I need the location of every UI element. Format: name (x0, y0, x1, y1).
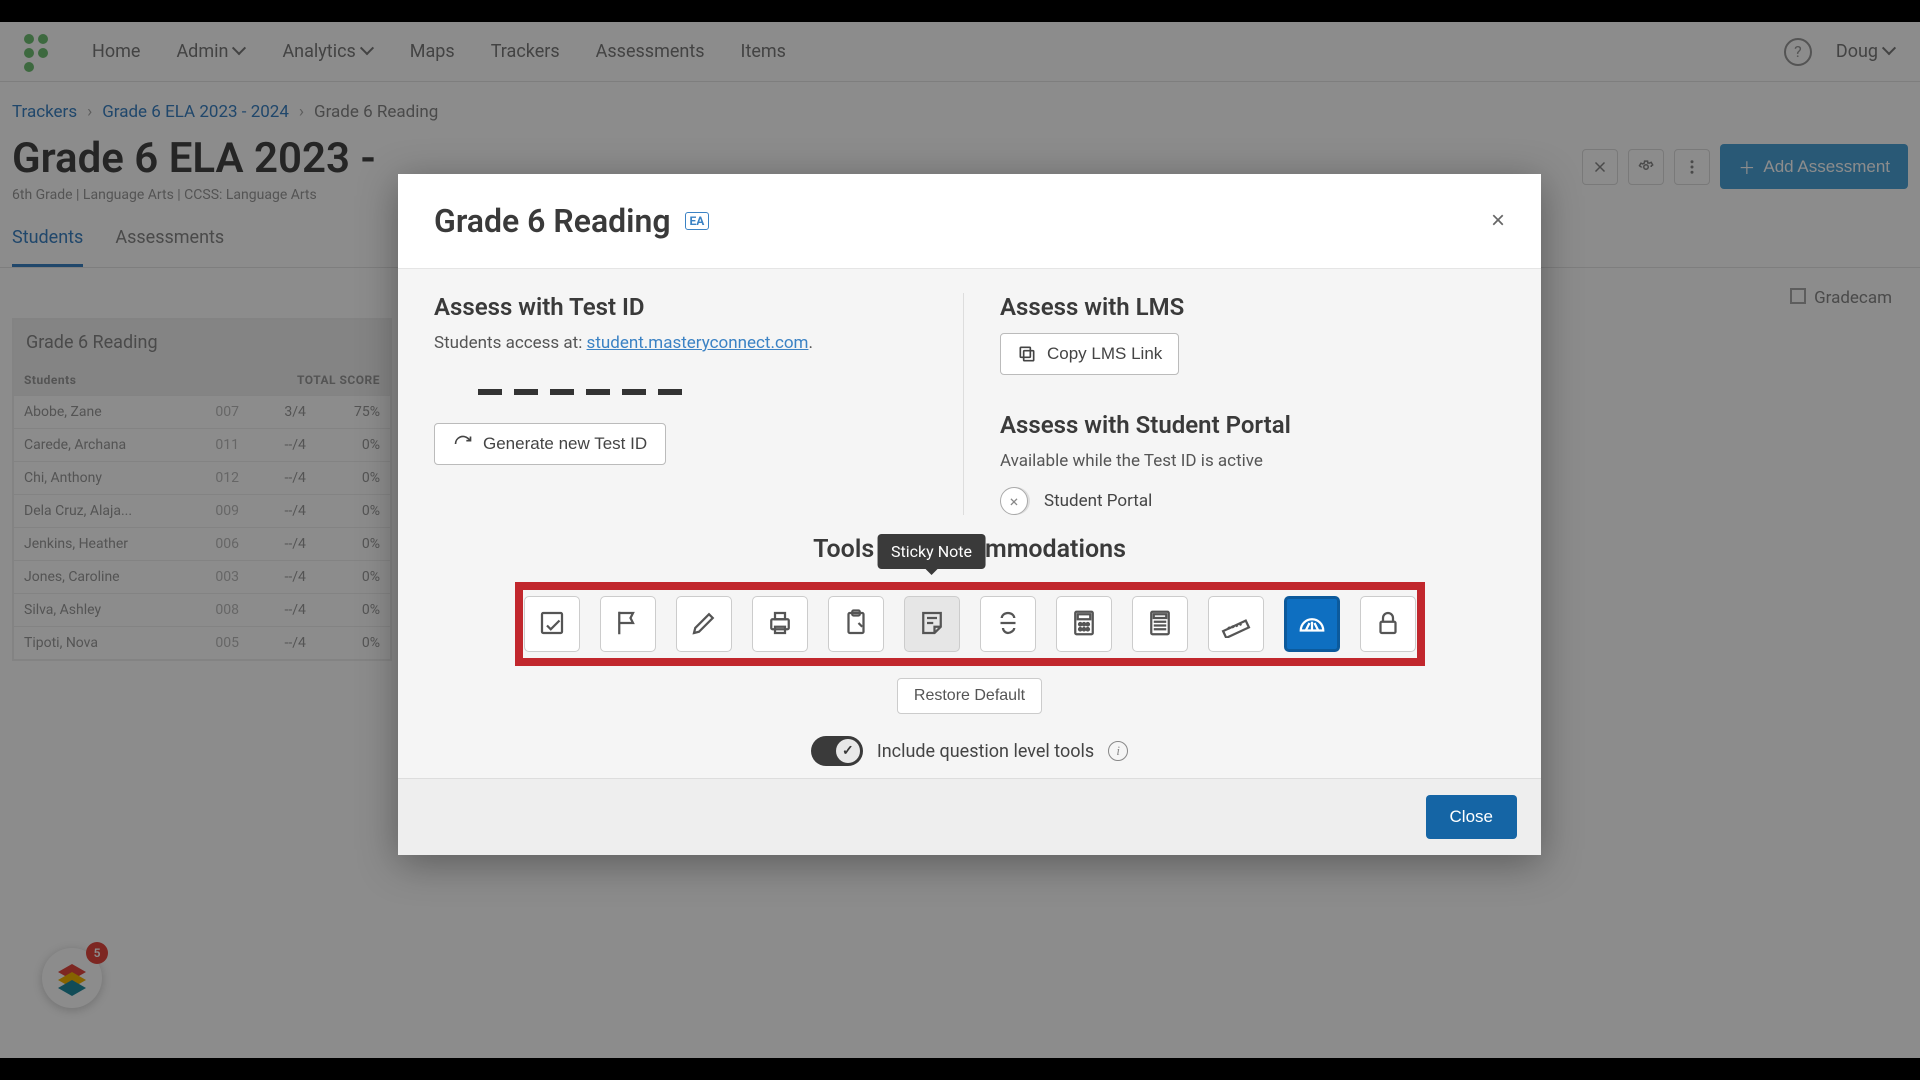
copy-icon (1017, 344, 1037, 364)
tool-notepad[interactable] (524, 596, 580, 652)
tool-calculator-sci[interactable] (1132, 596, 1188, 652)
assess-testid-text: Students access at: student.masteryconne… (434, 333, 939, 353)
close-icon[interactable]: × (1491, 207, 1505, 235)
generate-test-id-button[interactable]: Generate new Test ID (434, 423, 666, 465)
protractor-icon (1297, 608, 1327, 641)
lock-icon (1373, 608, 1403, 641)
assessment-modal: Grade 6 Reading EA × Assess with Test ID… (398, 174, 1541, 855)
copy-lms-link-button[interactable]: Copy LMS Link (1000, 333, 1179, 375)
include-tools-switch[interactable] (811, 736, 863, 766)
ruler-icon (1221, 608, 1251, 641)
tool-protractor[interactable] (1284, 596, 1340, 652)
tool-pencil[interactable] (676, 596, 732, 652)
ea-badge: EA (685, 212, 710, 230)
refresh-icon (453, 434, 473, 454)
tool-calculator-basic[interactable] (1056, 596, 1112, 652)
student-portal-toggle[interactable]: × (1000, 487, 1028, 515)
tool-lock[interactable] (1360, 596, 1416, 652)
tool-printer[interactable] (752, 596, 808, 652)
assess-portal-heading: Assess with Student Portal (1000, 411, 1505, 439)
assess-testid-heading: Assess with Test ID (434, 293, 939, 321)
assess-lms-heading: Assess with LMS (1000, 293, 1505, 321)
student-portal-label: Student Portal (1044, 491, 1152, 511)
student-portal-link[interactable]: student.masteryconnect.com (587, 333, 809, 353)
tool-clipboard[interactable] (828, 596, 884, 652)
flag-icon (613, 608, 643, 641)
include-tools-label: Include question level tools (877, 741, 1094, 762)
notepad-icon (537, 608, 567, 641)
calculator-sci-icon (1145, 608, 1175, 641)
test-id-placeholder (478, 389, 939, 395)
switch-knob (836, 739, 860, 763)
tool-strikethrough[interactable] (980, 596, 1036, 652)
sticky-note-icon (917, 608, 947, 641)
generate-label: Generate new Test ID (483, 434, 647, 454)
copy-lms-label: Copy LMS Link (1047, 344, 1162, 364)
tooltip-sticky-note: Sticky Note (877, 534, 986, 569)
pencil-icon (689, 608, 719, 641)
printer-icon (765, 608, 795, 641)
close-button[interactable]: Close (1426, 795, 1517, 839)
assess-portal-text: Available while the Test ID is active (1000, 451, 1505, 471)
clipboard-icon (841, 608, 871, 641)
strikethrough-icon (993, 608, 1023, 641)
info-icon[interactable]: i (1108, 741, 1128, 761)
tools-highlight-frame (515, 582, 1425, 666)
tool-ruler[interactable] (1208, 596, 1264, 652)
modal-title: Grade 6 Reading (434, 202, 671, 240)
tool-flag[interactable] (600, 596, 656, 652)
tool-sticky-note[interactable] (904, 596, 960, 652)
calculator-basic-icon (1069, 608, 1099, 641)
restore-default-button[interactable]: Restore Default (897, 678, 1042, 714)
